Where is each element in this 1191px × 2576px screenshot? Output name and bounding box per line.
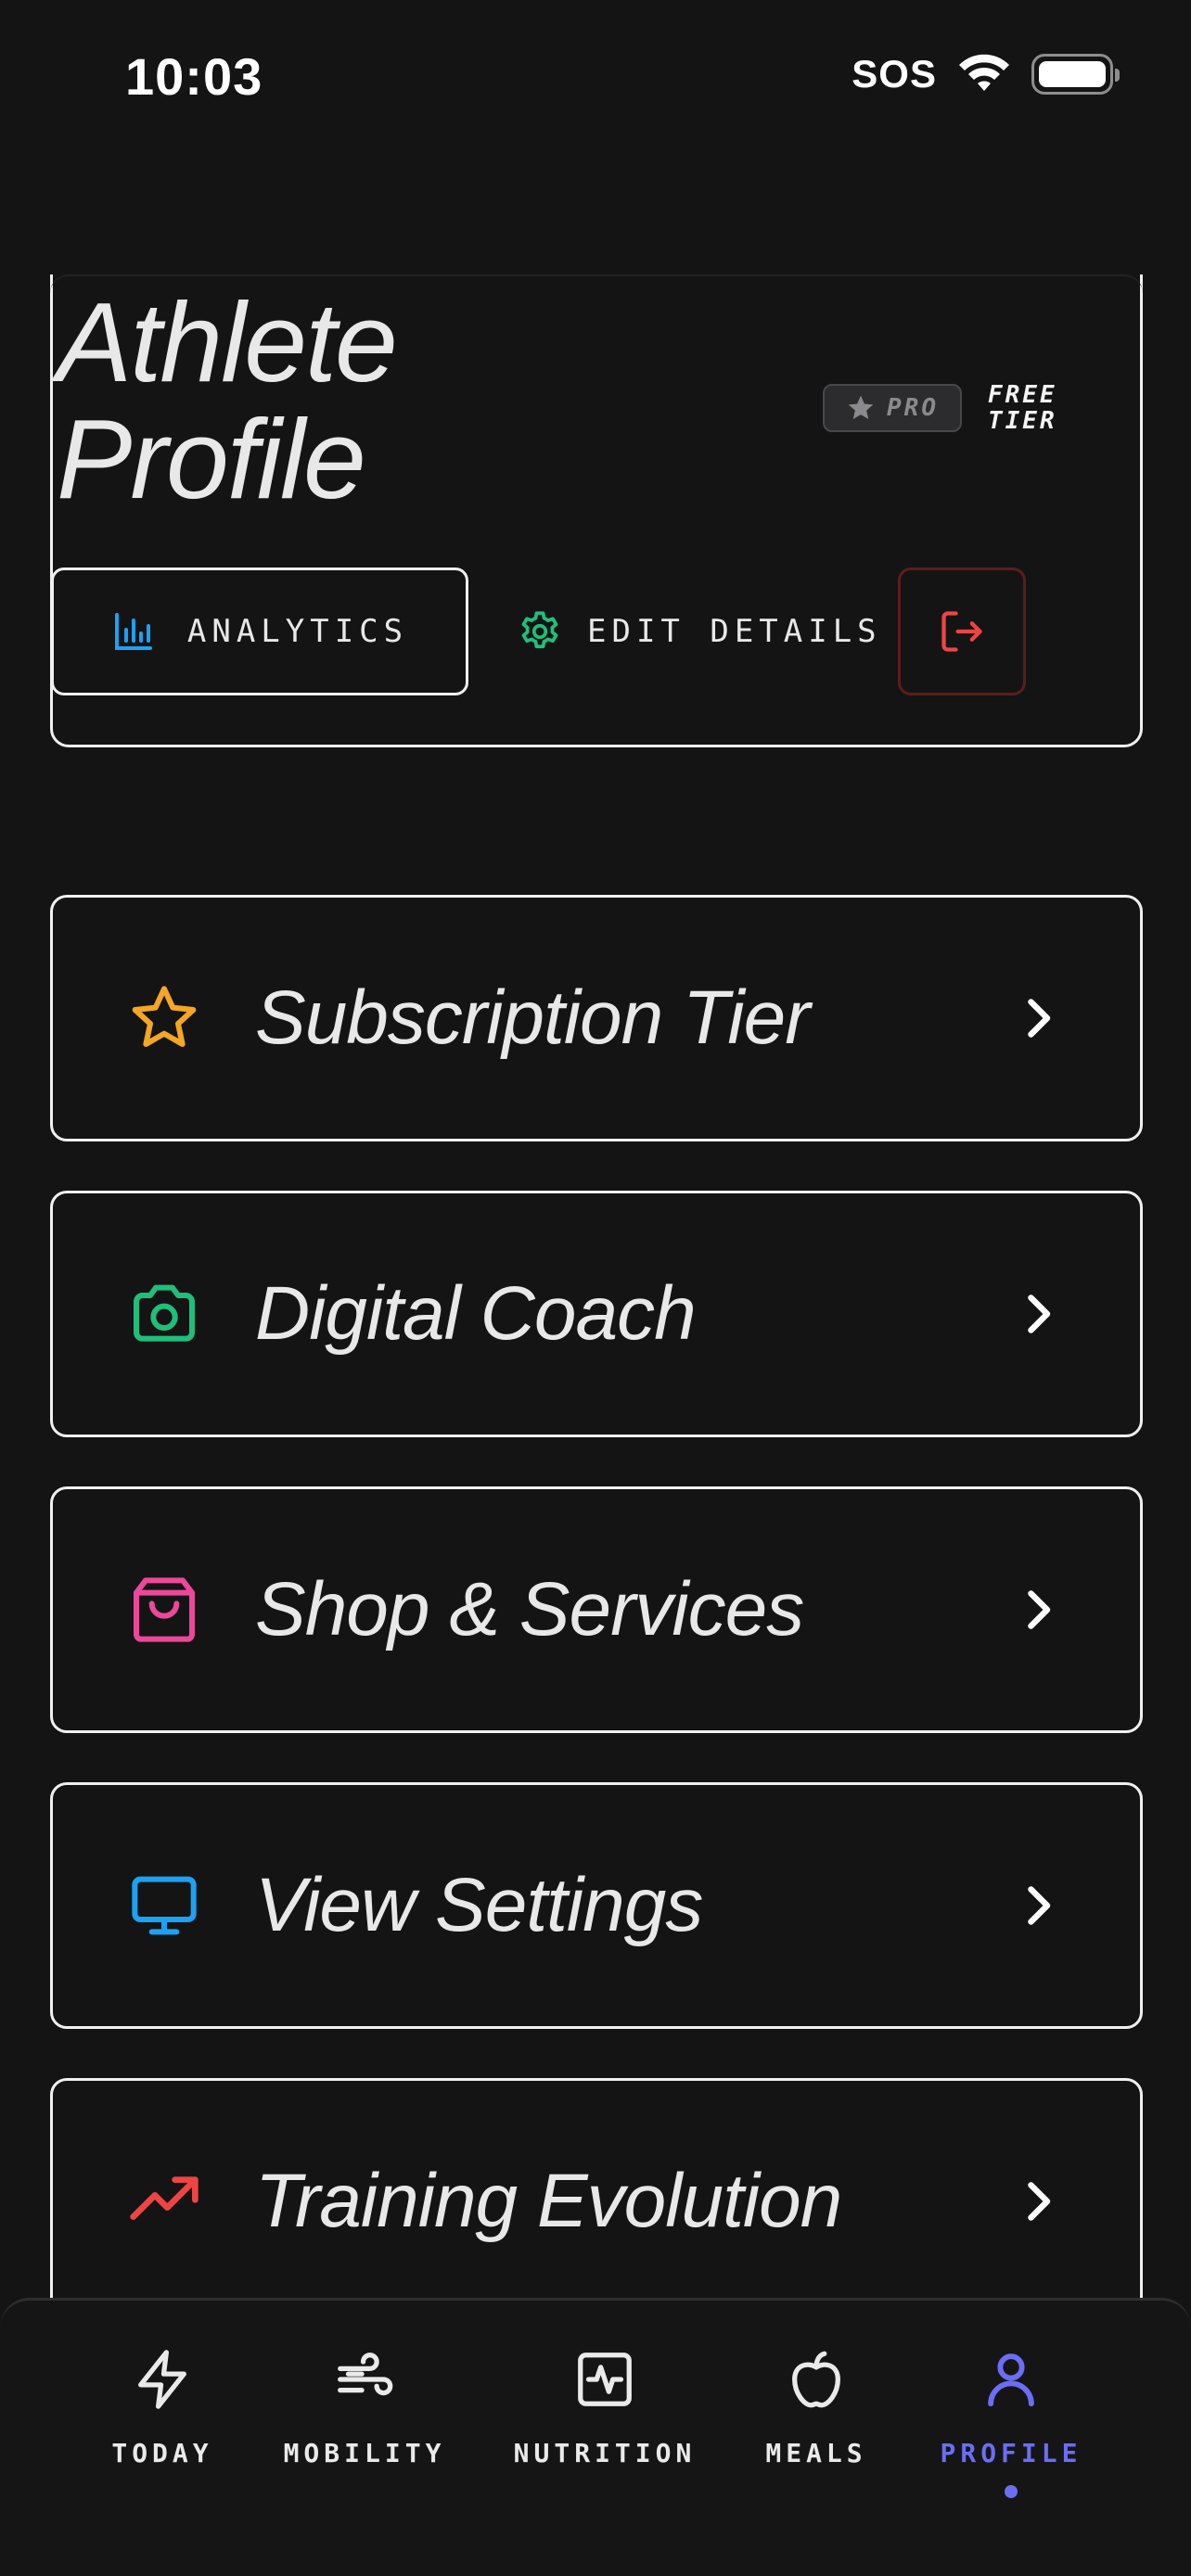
camera-icon (134, 1284, 195, 1342)
tab-today[interactable]: TODAY (99, 2347, 225, 2468)
star-icon (132, 986, 197, 1047)
apple-icon (792, 2351, 840, 2408)
edit-details-button[interactable]: EDIT DETAILS (517, 567, 906, 695)
pro-badge: PRO (823, 384, 962, 432)
trending-up-icon (130, 2176, 198, 2220)
activity-square-icon (578, 2353, 632, 2406)
tier-label: FREE TIER (988, 381, 1057, 435)
chevron-right-icon (1028, 1590, 1051, 1629)
status-bar: 10:03 SOS (0, 0, 1191, 158)
user-icon (988, 2353, 1034, 2407)
monitor-icon (132, 1876, 197, 1935)
tab-mobility[interactable]: MOBILITY (284, 2347, 442, 2468)
chevron-right-icon (1028, 1294, 1051, 1333)
bottom-tab-bar: TODAY MOBILITY NUTRITION MEALS PROFILE (0, 2298, 1191, 2576)
wifi-icon (959, 54, 1009, 91)
menu-item-subscription-tier[interactable]: Subscription Tier (50, 895, 1143, 1141)
shopping-bag-icon (134, 1577, 195, 1642)
logout-icon (941, 611, 982, 652)
analytics-button[interactable]: ANALYTICS (51, 567, 468, 695)
chevron-right-icon (1028, 999, 1051, 1038)
status-time: 10:03 (125, 47, 263, 106)
active-tab-indicator (1005, 2485, 1018, 2498)
tab-meals[interactable]: MEALS (765, 2347, 866, 2468)
gear-icon (521, 611, 558, 649)
page-title: Athlete Profile (57, 279, 398, 522)
menu-item-training-evolution[interactable]: Training Evolution (50, 2078, 1143, 2325)
tab-nutrition[interactable]: NUTRITION (514, 2347, 691, 2468)
menu-item-view-settings[interactable]: View Settings (50, 1782, 1143, 2029)
status-indicators: SOS (852, 52, 1120, 96)
action-buttons: ANALYTICS EDIT DETAILS (51, 567, 1073, 697)
battery-icon (1031, 54, 1120, 95)
menu-item-shop-services[interactable]: Shop & Services (50, 1486, 1143, 1733)
carrier-label: SOS (852, 52, 937, 96)
chevron-right-icon (1028, 1886, 1051, 1925)
menu-item-digital-coach[interactable]: Digital Coach (50, 1191, 1143, 1437)
star-icon (848, 395, 874, 419)
bar-chart-icon (114, 613, 152, 650)
tab-profile[interactable]: PROFILE (937, 2347, 1085, 2498)
bolt-icon (138, 2350, 186, 2409)
profile-header-card: Athlete Profile PRO FREE TIER ANALYTICS (50, 274, 1143, 747)
logout-button[interactable] (898, 567, 1026, 695)
wind-icon (338, 2353, 393, 2396)
chevron-right-icon (1028, 2182, 1051, 2221)
